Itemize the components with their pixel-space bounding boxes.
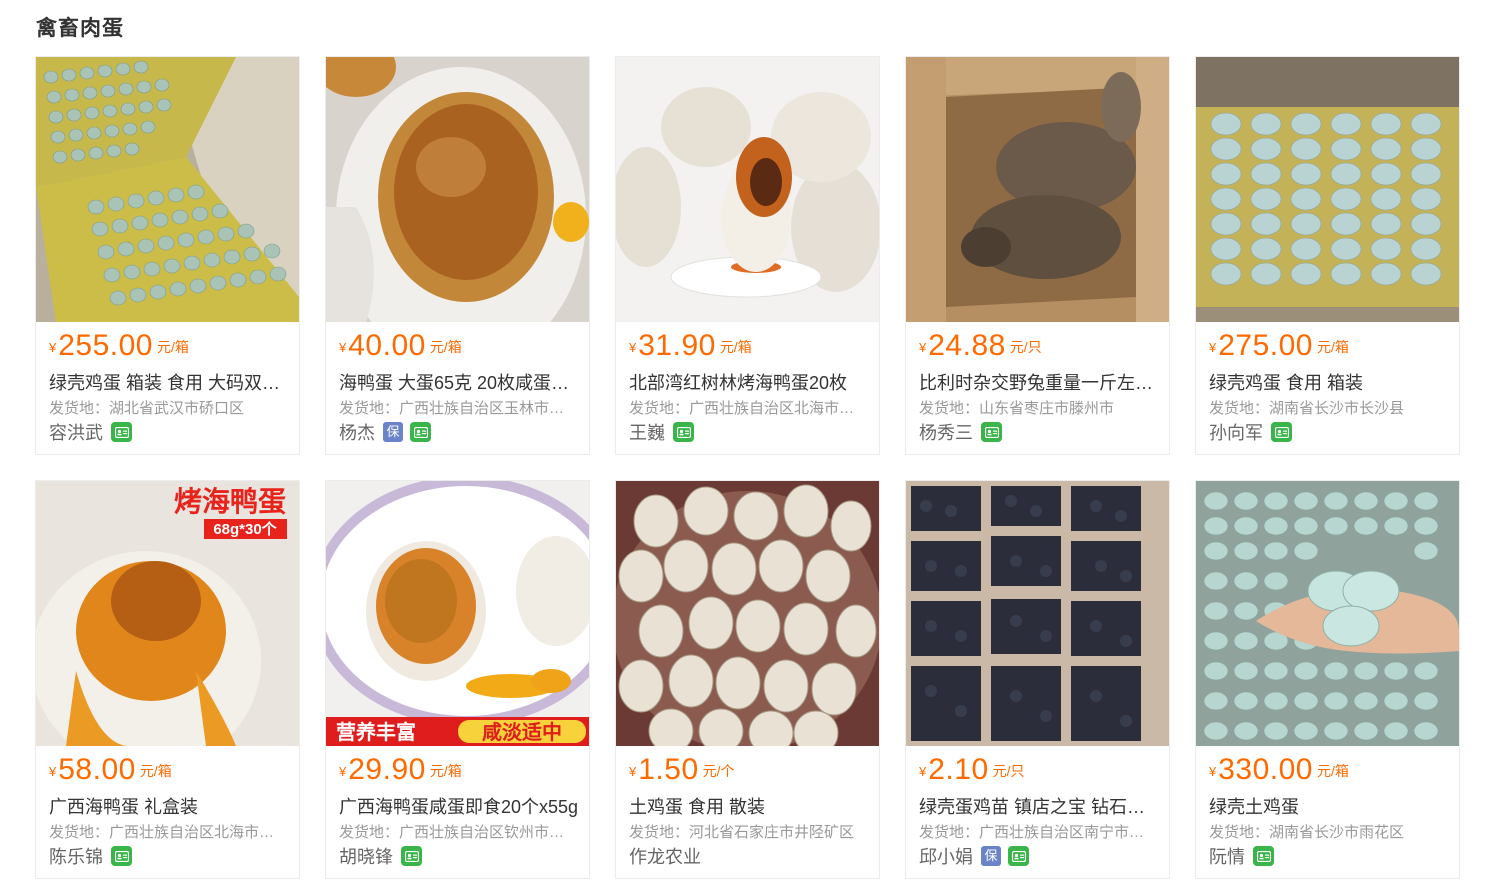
product-card[interactable]: ¥275.00 元/箱 绿壳鸡蛋 食用 箱装 发货地：湖南省长沙市长沙县 孙向军	[1195, 56, 1460, 455]
section-title: 禽畜肉蛋	[36, 17, 124, 40]
product-title[interactable]: 土鸡蛋 食用 散装	[629, 793, 869, 819]
id-verified-icon	[111, 846, 132, 866]
id-verified-icon	[981, 422, 1002, 442]
id-verified-icon	[410, 422, 431, 442]
price-unit: 元/只	[1009, 339, 1042, 355]
ship-from-location: 发货地：广西壮族自治区北海市海城区	[629, 400, 869, 417]
product-grid: ¥255.00 元/箱 绿壳鸡蛋 箱装 食用 大码双黄蛋 发货地：湖北省武汉市硚口…	[35, 56, 1461, 886]
product-image[interactable]	[1196, 481, 1459, 746]
product-title[interactable]: 比利时杂交野兔重量一斤左右活体	[919, 369, 1159, 395]
product-card[interactable]: ¥330.00 元/箱 绿壳土鸡蛋 发货地：湖南省长沙市雨花区 阮情	[1195, 480, 1460, 879]
seller-name[interactable]: 杨秀三	[919, 419, 973, 445]
seller-name[interactable]: 作龙农业	[629, 843, 701, 869]
banner-left-text: 营养丰富	[336, 720, 416, 744]
price-value: 29.90	[348, 753, 426, 786]
product-image[interactable]	[1196, 57, 1459, 322]
seller-name[interactable]: 杨杰	[339, 419, 375, 445]
product-title[interactable]: 广西海鸭蛋 礼盒装	[49, 793, 289, 819]
product-title[interactable]: 广西海鸭蛋咸蛋即食20个x55g	[339, 793, 579, 819]
price-value: 275.00	[1218, 329, 1313, 362]
product-card[interactable]: 烤海鸭蛋 68g*30个 ¥58.00 元/箱 广西海鸭蛋 礼盒装 发货地：广西壮…	[35, 480, 300, 879]
product-image[interactable]	[36, 57, 299, 322]
price-unit: 元/箱	[139, 763, 172, 779]
product-image[interactable]: 烤海鸭蛋 68g*30个	[36, 481, 299, 746]
ship-from-location: 发货地：湖南省长沙市雨花区	[1209, 824, 1405, 841]
price-unit: 元/箱	[157, 339, 189, 355]
id-verified-icon	[673, 422, 694, 442]
product-card[interactable]: ¥40.00 元/箱 海鸭蛋 大蛋65克 20枚咸蛋黄流油 发货地：广西壮族自治区…	[325, 56, 590, 455]
price-currency: ¥	[629, 764, 637, 779]
price-currency: ¥	[339, 340, 347, 355]
product-image[interactable]: 营养丰富 咸淡适中	[326, 481, 589, 746]
price-currency: ¥	[49, 764, 57, 779]
price-value: 255.00	[58, 329, 153, 362]
price-unit: 元/只	[992, 763, 1025, 779]
price-value: 40.00	[348, 329, 426, 362]
price-currency: ¥	[49, 340, 57, 355]
price-currency: ¥	[919, 764, 927, 779]
price-currency: ¥	[1209, 340, 1217, 355]
id-verified-icon	[111, 422, 132, 442]
price-unit: 元/箱	[429, 763, 462, 779]
price-value: 1.50	[638, 753, 699, 786]
price-value: 330.00	[1218, 753, 1313, 786]
id-verified-icon	[401, 846, 422, 866]
price-unit: 元/个	[702, 763, 735, 779]
product-card[interactable]: ¥31.90 元/箱 北部湾红树林烤海鸭蛋20枚 发货地：广西壮族自治区北海市海城…	[615, 56, 880, 455]
seller-name[interactable]: 容洪武	[49, 419, 103, 445]
seller-name[interactable]: 王巍	[629, 419, 665, 445]
id-verified-icon	[1008, 846, 1029, 866]
ship-from-location: 发货地：广西壮族自治区北海市合浦县	[49, 824, 289, 841]
seller-name[interactable]: 孙向军	[1209, 419, 1263, 445]
price-unit: 元/箱	[1317, 763, 1349, 779]
ship-from-location: 发货地：广西壮族自治区玉林市北流市	[339, 400, 579, 417]
seller-name[interactable]: 邱小娟	[919, 843, 973, 869]
product-image[interactable]	[906, 481, 1169, 746]
product-image[interactable]	[326, 57, 589, 322]
banner-right-text: 咸淡适中	[482, 720, 562, 744]
seller-name[interactable]: 陈乐锦	[49, 843, 103, 869]
ship-from-location: 发货地：广西壮族自治区钦州市浦北县	[339, 824, 579, 841]
price-unit: 元/箱	[1317, 339, 1349, 355]
overlay-subtitle: 68g*30个	[213, 520, 277, 538]
guarantee-badge: 保	[383, 422, 403, 442]
price-currency: ¥	[339, 764, 347, 779]
product-card[interactable]: 营养丰富 咸淡适中 ¥29.90 元/箱 广西海鸭蛋咸蛋即食20个x55g 发货地…	[325, 480, 590, 879]
product-image[interactable]	[906, 57, 1169, 322]
price-value: 2.10	[928, 753, 989, 786]
price-currency: ¥	[629, 340, 637, 355]
overlay-title: 烤海鸭蛋	[174, 486, 286, 517]
ship-from-location: 发货地：广西壮族自治区南宁市兴宁区	[919, 824, 1159, 841]
seller-name[interactable]: 胡晓锋	[339, 843, 393, 869]
price-unit: 元/箱	[429, 339, 462, 355]
product-title[interactable]: 海鸭蛋 大蛋65克 20枚咸蛋黄流油	[339, 369, 579, 395]
ship-from-location: 发货地：河北省石家庄市井陉矿区	[629, 824, 855, 841]
product-card[interactable]: ¥255.00 元/箱 绿壳鸡蛋 箱装 食用 大码双黄蛋 发货地：湖北省武汉市硚口…	[35, 56, 300, 455]
product-image[interactable]	[616, 57, 879, 322]
product-title[interactable]: 绿壳鸡蛋 食用 箱装	[1209, 369, 1449, 395]
product-card[interactable]: ¥2.10元/只 绿壳蛋鸡苗 镇店之宝 钻石级土鸡苗 发货地：广西壮族自治区南宁…	[905, 480, 1170, 879]
price-currency: ¥	[1209, 764, 1217, 779]
id-verified-icon	[1271, 422, 1292, 442]
product-card[interactable]: ¥1.50 元/个 土鸡蛋 食用 散装 发货地：河北省石家庄市井陉矿区 作龙农业	[615, 480, 880, 879]
ship-from-location: 发货地：山东省枣庄市滕州市	[919, 400, 1115, 417]
ship-from-location: 发货地：湖北省武汉市硚口区	[49, 400, 245, 417]
product-title[interactable]: 绿壳土鸡蛋	[1209, 793, 1449, 819]
price-value: 24.88	[928, 329, 1006, 362]
product-title[interactable]: 北部湾红树林烤海鸭蛋20枚	[629, 369, 869, 395]
price-value: 58.00	[58, 753, 136, 786]
product-title[interactable]: 绿壳蛋鸡苗 镇店之宝 钻石级土鸡苗	[919, 793, 1159, 819]
id-verified-icon	[1253, 846, 1274, 866]
product-title[interactable]: 绿壳鸡蛋 箱装 食用 大码双黄蛋	[49, 369, 289, 395]
price-value: 31.90	[638, 329, 716, 362]
guarantee-badge: 保	[981, 846, 1001, 866]
seller-name[interactable]: 阮情	[1209, 843, 1245, 869]
product-image[interactable]	[616, 481, 879, 746]
price-currency: ¥	[919, 340, 927, 355]
ship-from-location: 发货地：湖南省长沙市长沙县	[1209, 400, 1405, 417]
price-unit: 元/箱	[719, 339, 752, 355]
product-card[interactable]: ¥24.88元/只 比利时杂交野兔重量一斤左右活体 发货地：山东省枣庄市滕州市 …	[905, 56, 1170, 455]
